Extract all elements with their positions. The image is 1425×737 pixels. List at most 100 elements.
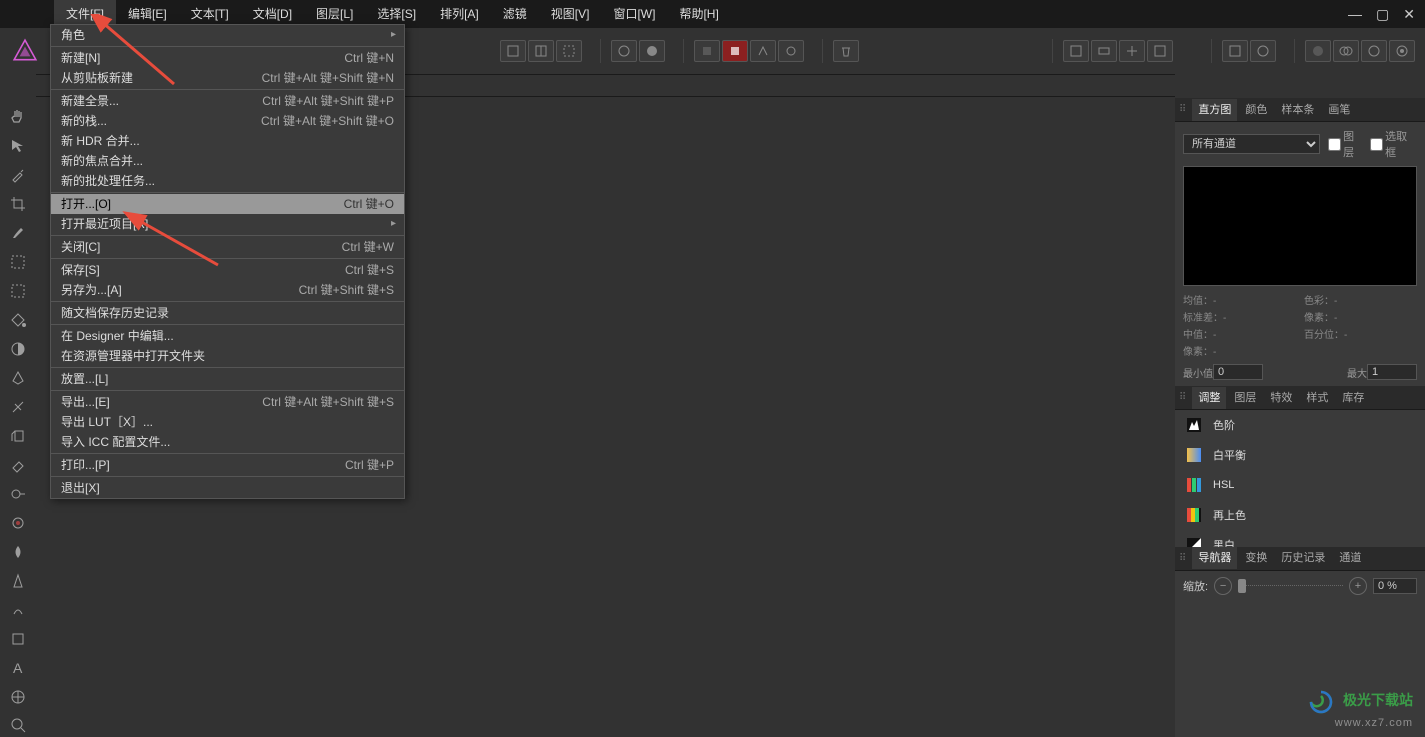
tool-selection[interactable]	[4, 251, 32, 274]
window-close[interactable]: ✕	[1403, 6, 1415, 23]
tool-clone[interactable]	[4, 424, 32, 447]
tool-crop[interactable]	[4, 193, 32, 216]
menuitem[interactable]: 从剪贴板新建Ctrl 键+Alt 键+Shift 键+N	[51, 68, 404, 88]
toolbar-btn-c3[interactable]	[1361, 40, 1387, 62]
menu-7[interactable]: 滤镜	[491, 0, 539, 28]
toolbar-btn-c2[interactable]	[1333, 40, 1359, 62]
tool-marquee[interactable]	[4, 280, 32, 303]
tool-eraser[interactable]	[4, 453, 32, 476]
channel-select[interactable]: 所有通道	[1183, 134, 1320, 154]
min-input[interactable]	[1213, 364, 1263, 380]
tool-redeye[interactable]	[4, 511, 32, 534]
tab-styles[interactable]: 样式	[1300, 387, 1334, 409]
menu-8[interactable]: 视图[V]	[539, 0, 602, 28]
adjust-item-recolor[interactable]: 再上色	[1175, 500, 1425, 530]
menuitem[interactable]: 角色	[51, 25, 404, 45]
window-maximize[interactable]: ▢	[1376, 6, 1389, 23]
tab-swatches[interactable]: 样本条	[1275, 99, 1320, 121]
tool-gradient[interactable]	[4, 338, 32, 361]
tab-layers[interactable]: 图层	[1228, 387, 1262, 409]
menuitem[interactable]: 新的焦点合并...	[51, 151, 404, 171]
tool-zoom[interactable]	[4, 714, 32, 737]
tab-adjust[interactable]: 调整	[1192, 387, 1226, 409]
adjust-item-levels[interactable]: 色阶	[1175, 410, 1425, 440]
toolbar-btn-a3[interactable]	[1119, 40, 1145, 62]
panel-grip-icon[interactable]: ⠿	[1179, 392, 1186, 403]
tool-text[interactable]: A	[4, 656, 32, 679]
tab-navigator[interactable]: 导航器	[1192, 547, 1237, 569]
adjust-item-bw[interactable]: 黑白	[1175, 530, 1425, 547]
menuitem[interactable]: 新建[N]Ctrl 键+N	[51, 48, 404, 68]
menuitem[interactable]: 打开最近项目[R]	[51, 214, 404, 234]
panel-grip-icon[interactable]: ⠿	[1179, 553, 1186, 564]
tool-dodge[interactable]	[4, 482, 32, 505]
zoom-out-button[interactable]: −	[1214, 577, 1232, 595]
tool-shape[interactable]	[4, 627, 32, 650]
menuitem[interactable]: 保存[S]Ctrl 键+S	[51, 260, 404, 280]
tool-sharpen[interactable]	[4, 569, 32, 592]
toolbar-btn-6[interactable]	[694, 40, 720, 62]
tab-effects[interactable]: 特效	[1264, 387, 1298, 409]
zoom-in-button[interactable]: +	[1349, 577, 1367, 595]
toolbar-btn-9[interactable]	[778, 40, 804, 62]
menuitem[interactable]: 另存为...[A]Ctrl 键+Shift 键+S	[51, 280, 404, 300]
menuitem[interactable]: 新建全景...Ctrl 键+Alt 键+Shift 键+P	[51, 91, 404, 111]
menu-10[interactable]: 帮助[H]	[667, 0, 730, 28]
panel-grip-icon[interactable]: ⠿	[1179, 104, 1186, 115]
adjust-item-wb[interactable]: 白平衡	[1175, 440, 1425, 470]
check-layer[interactable]: 图层	[1328, 128, 1364, 160]
menuitem[interactable]: 随文档保存历史记录	[51, 303, 404, 323]
menuitem[interactable]: 放置...[L]	[51, 369, 404, 389]
tool-fill[interactable]	[4, 309, 32, 332]
tool-pen[interactable]	[4, 367, 32, 390]
toolbar-btn-8[interactable]	[750, 40, 776, 62]
check-selection[interactable]: 选取框	[1370, 128, 1417, 160]
max-input[interactable]	[1367, 364, 1417, 380]
menu-9[interactable]: 窗口[W]	[601, 0, 667, 28]
tool-colorpicker[interactable]	[4, 164, 32, 187]
toolbar-btn-c4[interactable]	[1389, 40, 1415, 62]
toolbar-btn-c1[interactable]	[1305, 40, 1331, 62]
menuitem[interactable]: 新的批处理任务...	[51, 171, 404, 191]
menuitem[interactable]: 导入 ICC 配置文件...	[51, 432, 404, 452]
zoom-slider[interactable]	[1238, 578, 1343, 594]
tab-brushes[interactable]: 画笔	[1322, 99, 1356, 121]
menu-6[interactable]: 排列[A]	[428, 0, 491, 28]
menuitem[interactable]: 新的栈...Ctrl 键+Alt 键+Shift 键+O	[51, 111, 404, 131]
menuitem[interactable]: 在资源管理器中打开文件夹	[51, 346, 404, 366]
tab-history[interactable]: 历史记录	[1275, 547, 1331, 569]
toolbar-btn-5[interactable]	[639, 40, 665, 62]
tool-brush[interactable]	[4, 222, 32, 245]
menuitem[interactable]: 退出[X]	[51, 478, 404, 498]
tab-stock[interactable]: 库存	[1336, 387, 1370, 409]
adjust-item-hsl[interactable]: HSL	[1175, 470, 1425, 500]
tool-blur[interactable]	[4, 540, 32, 563]
toolbar-btn-trash[interactable]	[833, 40, 859, 62]
tool-retouch[interactable]	[4, 598, 32, 621]
menuitem[interactable]: 在 Designer 中编辑...	[51, 326, 404, 346]
tool-healing[interactable]	[4, 396, 32, 419]
toolbar-btn-7[interactable]	[722, 40, 748, 62]
toolbar-btn-3[interactable]	[556, 40, 582, 62]
toolbar-btn-2[interactable]	[528, 40, 554, 62]
tab-channels[interactable]: 通道	[1333, 547, 1367, 569]
menuitem[interactable]: 导出 LUT［X］...	[51, 412, 404, 432]
zoom-value-input[interactable]	[1373, 578, 1417, 594]
toolbar-btn-1[interactable]	[500, 40, 526, 62]
tab-histogram[interactable]: 直方图	[1192, 99, 1237, 121]
tab-color[interactable]: 颜色	[1239, 99, 1273, 121]
menuitem[interactable]: 新 HDR 合并...	[51, 131, 404, 151]
window-minimize[interactable]: —	[1348, 6, 1362, 22]
tool-move[interactable]	[4, 135, 32, 158]
toolbar-btn-a4[interactable]	[1147, 40, 1173, 62]
menuitem[interactable]: 打开...[O]Ctrl 键+O	[51, 194, 404, 214]
toolbar-btn-b1[interactable]	[1222, 40, 1248, 62]
tool-mesh[interactable]	[4, 685, 32, 708]
toolbar-btn-4[interactable]	[611, 40, 637, 62]
menuitem[interactable]: 关闭[C]Ctrl 键+W	[51, 237, 404, 257]
toolbar-btn-a1[interactable]	[1063, 40, 1089, 62]
tool-hand[interactable]	[4, 106, 32, 129]
toolbar-btn-a2[interactable]	[1091, 40, 1117, 62]
toolbar-btn-b2[interactable]	[1250, 40, 1276, 62]
tab-transform[interactable]: 变换	[1239, 547, 1273, 569]
